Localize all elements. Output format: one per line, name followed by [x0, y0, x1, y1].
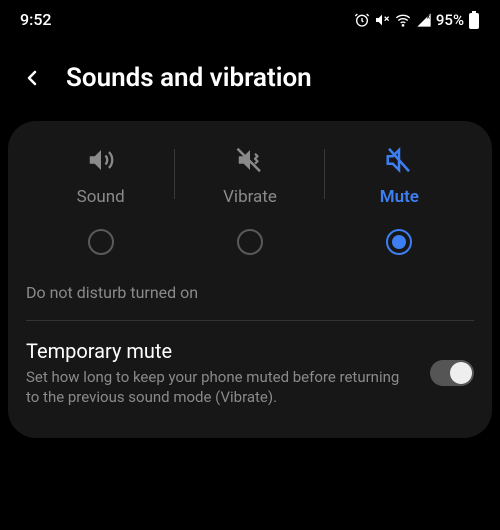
battery-icon — [468, 11, 480, 29]
mode-vibrate[interactable]: Vibrate — [175, 143, 324, 207]
dnd-status: Do not disturb turned on — [26, 283, 474, 302]
mute-icon — [382, 145, 416, 175]
alarm-icon — [354, 12, 370, 28]
radio-mute[interactable] — [386, 229, 412, 255]
temporary-mute-description: Set how long to keep your phone muted be… — [26, 367, 414, 408]
sound-mode-row: Sound Vibrate Mute — [26, 143, 474, 207]
status-icons: x 95% — [354, 11, 480, 29]
page-header: Sounds and vibration — [0, 35, 500, 121]
vibrate-icon — [233, 145, 267, 175]
divider — [26, 320, 474, 321]
temporary-mute-title: Temporary mute — [26, 339, 414, 363]
page-title: Sounds and vibration — [66, 63, 312, 93]
mode-mute-label: Mute — [380, 187, 419, 207]
battery-percent: 95% — [436, 11, 464, 29]
back-icon[interactable] — [20, 66, 44, 90]
sound-icon — [84, 145, 118, 175]
settings-panel: Sound Vibrate Mute Do not disturb turned… — [8, 121, 492, 438]
wifi-icon — [394, 12, 412, 28]
radio-sound[interactable] — [88, 229, 114, 255]
mute-status-icon — [374, 12, 390, 28]
mode-sound[interactable]: Sound — [26, 143, 175, 207]
status-bar: 9:52 x 95% — [0, 0, 500, 35]
radio-vibrate[interactable] — [237, 229, 263, 255]
mode-sound-label: Sound — [77, 187, 125, 207]
mode-vibrate-label: Vibrate — [223, 187, 277, 207]
temporary-mute-row[interactable]: Temporary mute Set how long to keep your… — [26, 339, 474, 408]
signal-icon: x — [416, 12, 432, 28]
status-time: 9:52 — [20, 10, 52, 29]
temporary-mute-toggle[interactable] — [430, 360, 474, 386]
radio-row — [26, 229, 474, 255]
mode-mute[interactable]: Mute — [325, 143, 474, 207]
